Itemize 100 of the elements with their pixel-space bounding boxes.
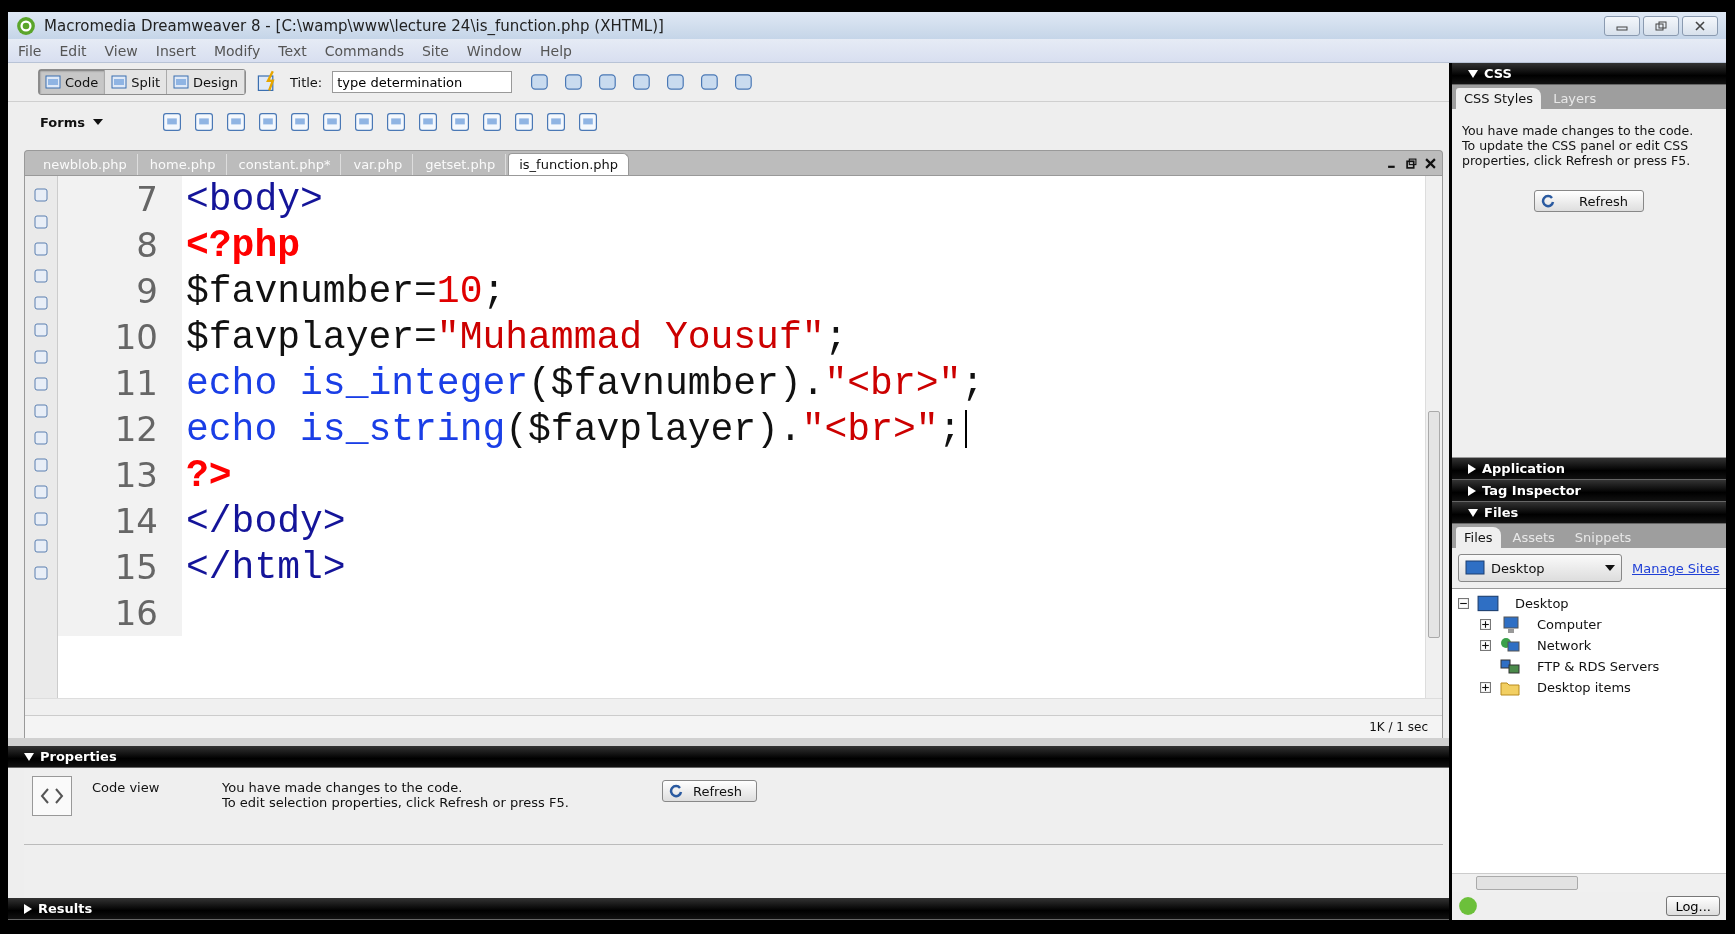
insert-category-dropdown[interactable]: Forms [40,114,100,130]
panel-header[interactable]: Properties [8,746,1449,768]
close-button[interactable] [1682,15,1718,36]
code-token: $favnumber= [186,269,437,313]
view-button[interactable]: Code [39,70,106,94]
menu-item[interactable]: Window [466,42,522,59]
close-icon [1694,20,1706,31]
window-title: Macromedia Dreamweaver 8 - [C:\wamp\www\lecture 24\is_function.php (XHTML)] [44,16,665,35]
tree-item[interactable]: FTP & RDS Servers [1537,659,1660,674]
menu-item[interactable]: Help [540,42,572,59]
code-view-icon [32,776,72,816]
code-token: echo is_integer [186,361,529,405]
menu-item[interactable]: Text [278,42,307,59]
view-button[interactable]: Split [105,70,168,94]
code-token: 10 [436,269,483,313]
code-token: "Muhammad Yousuf" [436,315,825,359]
menu-item[interactable]: Site [421,42,449,59]
horizontal-scrollbar[interactable] [25,698,1442,715]
tree-item[interactable]: Network [1537,638,1592,653]
line-number: 16 [58,590,182,636]
code-token: </body> [186,499,346,543]
code-token: ($favplayer). [505,407,802,451]
view-label: Code view [92,779,161,795]
menu-item[interactable]: Commands [324,42,404,59]
line-number: 15 [58,544,182,590]
line-number: 14 [58,498,182,544]
view-button[interactable]: Design [167,70,245,94]
restore-icon[interactable] [1406,158,1417,169]
code-token: ; [824,315,848,359]
title-label: Title: [290,74,323,90]
refresh-button[interactable]: Refresh [662,780,758,802]
menu-item[interactable]: File [18,42,42,59]
message-text: You have made changes to the code. [1462,123,1694,138]
code-token: ; [961,361,985,405]
code-token: ($favnumber). [528,361,825,405]
menu-item[interactable]: Insert [155,42,196,59]
view-icon [111,75,128,89]
line-number: 7 [58,176,182,222]
line-number: 12 [58,406,182,452]
message-text: To update the CSS panel or edit CSS [1462,138,1690,153]
panel-title: CSS [1484,66,1512,81]
status-icon [1458,896,1478,916]
line-number: 10 [58,314,182,360]
code-token: "<br>" [824,361,962,405]
code-token: ; [482,269,506,313]
tree-item[interactable]: Desktop [1515,596,1569,611]
vertical-scrollbar[interactable] [1425,176,1442,698]
code-token: "<br>" [801,407,939,451]
restore-icon [1655,20,1667,31]
view-icon [45,75,61,89]
code-token: echo is_string [186,407,506,451]
tree-item[interactable]: Computer [1537,617,1602,632]
manage-sites-link[interactable]: Manage Sites [1632,560,1720,576]
line-number: 13 [58,452,182,498]
message-text: properties, click Refresh or press F5. [1462,153,1692,168]
panel-title: Tag Inspector [1482,483,1581,498]
horizontal-scrollbar[interactable] [1452,873,1726,892]
view-icon [173,75,190,89]
menu-item[interactable]: Edit [59,42,87,59]
restore-button[interactable] [1643,15,1679,36]
caret-icon [93,119,103,125]
site-dropdown[interactable]: Desktop [1458,554,1622,582]
caret-icon [1605,565,1615,571]
code-token: ?> [186,453,232,497]
code-token: </html> [186,545,346,589]
panel-header[interactable]: Tag Inspector [1452,480,1726,502]
panel-tab[interactable]: Files [1456,527,1501,548]
download-size-text: 1K / 1 sec [1369,720,1428,734]
panel-tab[interactable]: CSS Styles [1456,88,1542,109]
code-token: <?php [186,223,301,267]
close-icon[interactable] [1425,158,1436,169]
code-token: $favplayer= [186,315,437,359]
app-logo-icon [16,15,36,36]
code-token: <body> [186,177,323,221]
menu-item[interactable]: View [104,42,138,59]
menu-item[interactable]: Modify [213,42,261,59]
desktop-icon [1465,560,1485,576]
message-text: To edit selection properties, click Refresh or press F5. [222,795,570,810]
document-tab[interactable]: is_function.php [508,153,630,175]
panel-title: Properties [40,749,117,764]
panel-title: Results [38,901,93,916]
title-field[interactable]: type determination [332,71,513,93]
line-number: 9 [58,268,182,314]
panel-title: Files [1484,505,1519,520]
servers-icon [1499,657,1521,676]
desktop-icon [1477,594,1499,613]
code-token: ; [938,407,962,451]
message-text: You have made changes to the code. [222,780,464,795]
log-button[interactable]: Log... [1666,896,1720,916]
line-number: 8 [58,222,182,268]
minimize-button[interactable] [1604,15,1640,36]
line-number: 11 [58,360,182,406]
network-icon [1499,636,1521,655]
panel-title: Application [1482,461,1565,476]
panel-header[interactable]: Results [8,898,1449,920]
panel-header[interactable]: Files [1452,502,1726,524]
tree-item[interactable]: Desktop items [1537,680,1631,695]
refresh-button[interactable]: Refresh [1534,190,1644,212]
panel-header[interactable]: CSS [1452,63,1726,85]
panel-header[interactable]: Application [1452,458,1726,480]
